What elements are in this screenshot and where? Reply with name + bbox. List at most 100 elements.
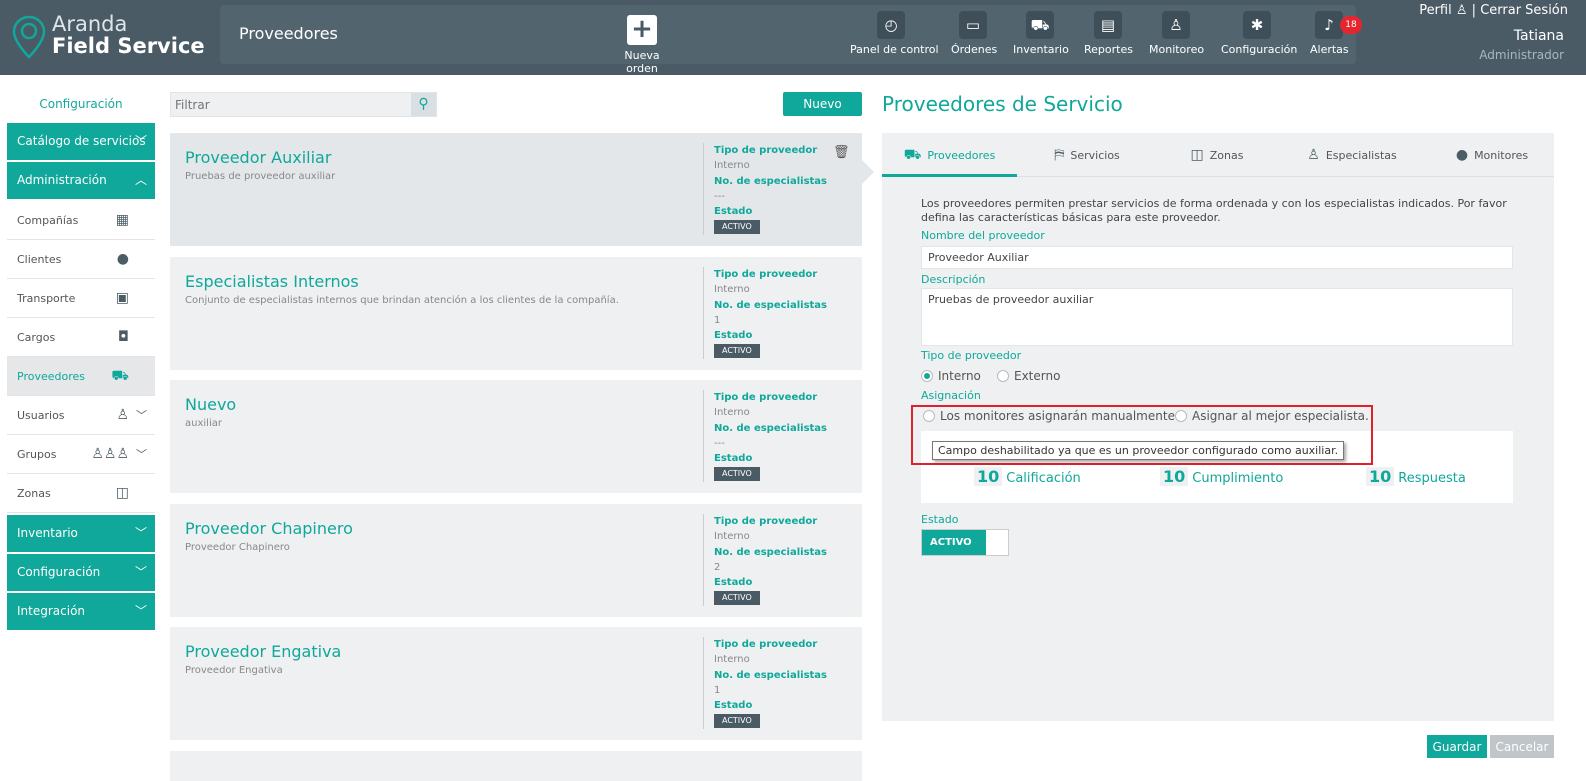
radio-unchecked-icon xyxy=(997,370,1009,382)
card-title: Especialistas Internos xyxy=(185,272,359,291)
num-label: No. de especialistas xyxy=(714,422,828,434)
filter-input[interactable] xyxy=(171,93,411,116)
provider-card[interactable]: Proveedor Auxiliar Pruebas de proveedor … xyxy=(170,133,862,246)
status-badge: ACTIVO xyxy=(714,344,760,359)
tab-monitores[interactable]: ● Monitores xyxy=(1447,133,1537,177)
estado-label: Estado xyxy=(714,206,753,218)
card-meta: Tipo de proveedor Interno No. de especia… xyxy=(703,390,827,482)
save-button[interactable]: Guardar xyxy=(1427,735,1487,758)
sidebar-section-catalogo[interactable]: Catálogo de servicios ﹀ xyxy=(7,123,155,160)
tipo-value: Interno xyxy=(714,407,750,419)
provider-card[interactable]: Proveedor Chapinero Proveedor Chapinero … xyxy=(170,504,862,617)
card-description: Pruebas de proveedor auxiliar xyxy=(185,171,336,182)
cancel-button[interactable]: Cancelar xyxy=(1490,735,1554,758)
item-label: Usuarios xyxy=(17,409,65,422)
num-label: No. de especialistas xyxy=(714,299,828,311)
app-logo[interactable]: Aranda Field Service xyxy=(10,12,210,62)
sidebar-section-configuracion[interactable]: Configuración ﹀ xyxy=(7,554,155,591)
estado-label: Estado xyxy=(714,330,753,342)
sidebar-item-transporte[interactable]: Transporte ▣ xyxy=(7,279,155,318)
nav-inventario[interactable]: ⛟ Inventario xyxy=(1013,11,1069,56)
nav-label: Alertas xyxy=(1310,43,1349,56)
chevron-down-icon: ﹀ xyxy=(136,448,147,461)
toggle-on-label: ACTIVO xyxy=(922,530,986,555)
profile-links: Perfil ♙ | Cerrar Sesión xyxy=(1419,3,1568,18)
chevron-down-icon: ﹀ xyxy=(134,565,147,579)
tab-zonas[interactable]: ◫ Zonas xyxy=(1182,133,1252,177)
asignacion-label: Asignación xyxy=(921,389,981,402)
section-label: Administración xyxy=(17,173,107,187)
nav-configuracion[interactable]: ✱ Configuración xyxy=(1221,11,1297,56)
new-provider-button[interactable]: Nuevo xyxy=(783,92,862,116)
tipo-value: Interno xyxy=(714,284,750,296)
nav-reportes[interactable]: ▤ Reportes xyxy=(1084,11,1133,56)
new-order-button[interactable]: + Nueva orden xyxy=(608,15,676,76)
item-label: Grupos xyxy=(17,448,57,461)
name-label: Nombre del proveedor xyxy=(921,229,1045,242)
estado-toggle[interactable]: ACTIVO xyxy=(921,529,1009,556)
person-icon: ♙ xyxy=(1455,3,1472,18)
card-meta: Tipo de proveedor Interno No. de especia… xyxy=(703,637,827,729)
logo-text-field-service: Field Service xyxy=(52,34,205,58)
tab-servicios[interactable]: ⛿ Servicios xyxy=(1042,133,1132,177)
monitoring-icon: ♙ xyxy=(1162,11,1190,39)
sidebar-section-integracion[interactable]: Integración ﹀ xyxy=(7,593,155,630)
provider-card[interactable]: Proveedor Engativa Proveedor Engativa Ti… xyxy=(170,627,862,740)
radio-interno[interactable]: Interno xyxy=(921,369,981,383)
sidebar-item-usuarios[interactable]: Usuarios ♙ ﹀ xyxy=(7,396,155,435)
separator: | xyxy=(1471,3,1477,18)
provider-name-input[interactable]: Proveedor Auxiliar xyxy=(921,246,1513,269)
trash-icon[interactable]: 🗑 xyxy=(833,145,850,160)
tab-label: Proveedores xyxy=(927,149,996,162)
user-name: Tatiana xyxy=(1513,28,1564,44)
card-description: Proveedor Engativa xyxy=(185,665,283,676)
nav-monitoreo[interactable]: ♙ Monitoreo xyxy=(1149,11,1205,56)
tab-especialistas[interactable]: ♙ Especialistas xyxy=(1302,133,1402,177)
tab-label: Zonas xyxy=(1209,149,1244,162)
card-title: Proveedor Engativa xyxy=(185,642,342,661)
sidebar-config-link[interactable]: Configuración xyxy=(7,93,155,123)
chevron-down-icon: ﹀ xyxy=(134,134,147,148)
sidebar-item-clientes[interactable]: Clientes ● xyxy=(7,240,155,279)
tipo-label: Tipo de proveedor xyxy=(714,145,818,156)
section-label: Integración xyxy=(17,604,86,618)
card-title: Nuevo xyxy=(185,395,237,414)
num-value: 1 xyxy=(714,314,721,326)
metric-value: 10 xyxy=(1160,467,1189,486)
tipo-label: Tipo de proveedor xyxy=(921,349,1022,362)
sidebar-section-administracion[interactable]: Administración ︿ xyxy=(7,162,155,199)
nav-ordenes[interactable]: ▭ Órdenes xyxy=(951,11,998,56)
description-textarea[interactable]: Pruebas de proveedor auxiliar xyxy=(921,288,1513,346)
nav-label: Órdenes xyxy=(951,43,998,56)
card-description: auxiliar xyxy=(185,418,222,429)
num-value: --- xyxy=(714,437,725,449)
tipo-label: Tipo de proveedor xyxy=(714,639,818,650)
tab-label: Monitores xyxy=(1474,149,1529,162)
sidebar-item-companias[interactable]: Compañías ▦ xyxy=(7,201,155,240)
building-icon: ▦ xyxy=(115,212,129,228)
provider-card[interactable]: Especialistas Internos Conjunto de espec… xyxy=(170,257,862,370)
nav-panel-de-control[interactable]: ◴ Panel de control xyxy=(850,11,939,56)
nav-label: Monitoreo xyxy=(1149,43,1205,56)
sidebar-item-zonas[interactable]: Zonas ◫ xyxy=(7,474,155,513)
radio-externo[interactable]: Externo xyxy=(997,369,1060,383)
item-label: Proveedores xyxy=(17,370,85,383)
tab-label: Servicios xyxy=(1070,149,1120,162)
profile-link[interactable]: Perfil xyxy=(1419,3,1452,18)
services-icon: ⛿ xyxy=(1054,147,1065,163)
sidebar-item-proveedores[interactable]: Proveedores ⛟ xyxy=(7,357,155,396)
item-label: Cargos xyxy=(17,331,56,344)
logout-link[interactable]: Cerrar Sesión xyxy=(1480,3,1568,18)
sidebar-section-inventario[interactable]: Inventario ﹀ xyxy=(7,515,155,552)
page-title: Proveedores xyxy=(239,24,338,43)
provider-card[interactable]: Nuevo auxiliar Tipo de proveedor Interno… xyxy=(170,380,862,493)
metric-calificacion: 10 Calificación xyxy=(974,467,1081,486)
search-icon[interactable]: ⚲ xyxy=(411,93,436,116)
sidebar-item-cargos[interactable]: Cargos ◘ xyxy=(7,318,155,357)
sidebar-item-grupos[interactable]: Grupos ♙♙♙ ﹀ xyxy=(7,435,155,474)
card-meta: Tipo de proveedor Interno No. de especia… xyxy=(703,267,827,359)
location-pin-icon xyxy=(12,15,46,59)
provider-card-partial[interactable] xyxy=(170,751,862,781)
tab-proveedores[interactable]: ⛟ Proveedores xyxy=(882,133,1017,177)
num-value: --- xyxy=(714,190,725,202)
